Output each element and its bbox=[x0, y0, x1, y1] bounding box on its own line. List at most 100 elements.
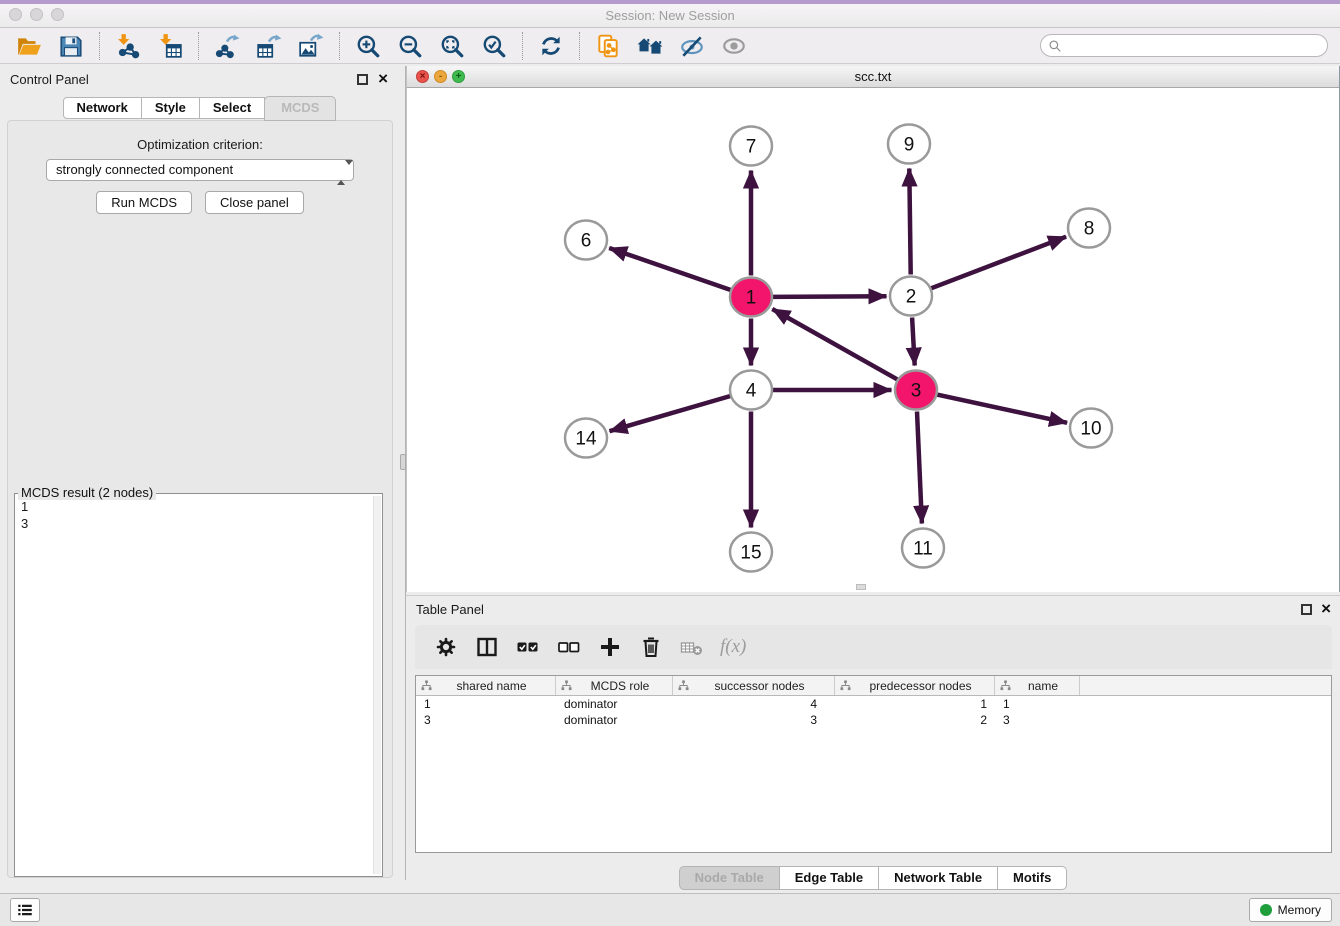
zoom-selected-icon[interactable] bbox=[479, 31, 509, 61]
graph-node-3[interactable]: 3 bbox=[895, 371, 937, 410]
network-window-titlebar[interactable]: × - + scc.txt bbox=[407, 66, 1339, 88]
edge-1-2[interactable] bbox=[773, 296, 887, 297]
tab-network[interactable]: Network bbox=[63, 97, 142, 119]
import-network-icon[interactable] bbox=[113, 31, 143, 61]
graph-node-8[interactable]: 8 bbox=[1068, 209, 1110, 248]
hide-eye-icon[interactable] bbox=[677, 31, 707, 61]
network-window-title: scc.txt bbox=[407, 69, 1339, 84]
table-cell: 3 bbox=[416, 712, 556, 728]
zoom-out-icon[interactable] bbox=[395, 31, 425, 61]
edge-1-6[interactable] bbox=[609, 248, 731, 290]
eye-icon[interactable] bbox=[719, 31, 749, 61]
table-cell: dominator bbox=[556, 712, 673, 728]
open-folder-icon[interactable] bbox=[14, 31, 44, 61]
tab-motifs[interactable]: Motifs bbox=[997, 866, 1067, 890]
memory-button[interactable]: Memory bbox=[1249, 898, 1332, 922]
control-panel-header: Control Panel × bbox=[0, 66, 400, 94]
tab-node-table[interactable]: Node Table bbox=[679, 866, 780, 890]
svg-text:11: 11 bbox=[913, 539, 933, 560]
task-history-button[interactable] bbox=[10, 898, 40, 922]
edge-3-11[interactable] bbox=[917, 412, 922, 524]
memory-label: Memory bbox=[1278, 903, 1321, 917]
svg-text:2: 2 bbox=[906, 287, 917, 308]
graph-node-7[interactable]: 7 bbox=[730, 127, 772, 166]
column-header-name[interactable]: name bbox=[995, 676, 1080, 695]
export-table-icon[interactable] bbox=[254, 31, 284, 61]
table-body: 1dominator4113dominator323 bbox=[416, 696, 1331, 728]
toolbar-separator bbox=[579, 32, 580, 60]
svg-text:1: 1 bbox=[746, 288, 757, 309]
zoom-fit-icon[interactable] bbox=[437, 31, 467, 61]
mcds-result-box: MCDS result (2 nodes) 1 3 bbox=[14, 493, 383, 877]
tab-select[interactable]: Select bbox=[199, 97, 265, 119]
mcds-result-text[interactable]: 1 3 bbox=[17, 498, 372, 874]
gear-icon[interactable] bbox=[433, 634, 459, 660]
select-none-icon[interactable] bbox=[556, 634, 582, 660]
table-row[interactable]: 3dominator323 bbox=[416, 712, 1331, 728]
double-house-icon[interactable] bbox=[635, 31, 665, 61]
edge-2-8[interactable] bbox=[931, 237, 1066, 289]
float-panel-icon[interactable] bbox=[357, 74, 368, 85]
add-column-icon[interactable] bbox=[597, 634, 623, 660]
graph-node-9[interactable]: 9 bbox=[888, 125, 930, 164]
table-tabs: Node TableEdge TableNetwork TableMotifs bbox=[406, 866, 1340, 890]
run-mcds-button[interactable]: Run MCDS bbox=[96, 191, 192, 214]
canvas-splitter-grip[interactable] bbox=[856, 584, 866, 590]
export-image-icon[interactable] bbox=[296, 31, 326, 61]
save-icon[interactable] bbox=[56, 31, 86, 61]
function-builder-icon[interactable]: f(x) bbox=[720, 636, 746, 658]
toolbar-separator bbox=[339, 32, 340, 60]
graph-node-1[interactable]: 1 bbox=[730, 278, 772, 317]
svg-text:8: 8 bbox=[1084, 219, 1095, 240]
edge-2-9[interactable] bbox=[909, 169, 910, 275]
app-titlebar: Session: New Session bbox=[0, 0, 1340, 28]
import-table-icon[interactable] bbox=[155, 31, 185, 61]
graph-node-10[interactable]: 10 bbox=[1070, 409, 1112, 448]
graph-node-14[interactable]: 14 bbox=[565, 419, 607, 458]
column-header-MCDS-role[interactable]: MCDS role bbox=[556, 676, 673, 695]
table-cell: 3 bbox=[673, 712, 835, 728]
svg-text:3: 3 bbox=[911, 381, 922, 402]
tab-style[interactable]: Style bbox=[141, 97, 200, 119]
close-panel-icon[interactable]: × bbox=[378, 69, 388, 89]
node-table[interactable]: shared nameMCDS rolesuccessor nodesprede… bbox=[415, 675, 1332, 853]
tab-network-table[interactable]: Network Table bbox=[878, 866, 998, 890]
column-header-successor-nodes[interactable]: successor nodes bbox=[673, 676, 835, 695]
table-cell: 4 bbox=[673, 696, 835, 712]
graph-node-6[interactable]: 6 bbox=[565, 221, 607, 260]
main-toolbar bbox=[0, 28, 1340, 64]
close-panel-icon[interactable]: × bbox=[1321, 599, 1331, 619]
network-graph[interactable]: 7 9 6 8 1 2 4 3 14 10 15 11 bbox=[407, 88, 1339, 592]
result-scrollbar[interactable] bbox=[373, 496, 381, 874]
session-title: Session: New Session bbox=[0, 8, 1340, 23]
graph-node-2[interactable]: 2 bbox=[890, 277, 932, 316]
tab-mcds[interactable]: MCDS bbox=[264, 96, 336, 121]
table-row[interactable]: 1dominator411 bbox=[416, 696, 1331, 712]
export-network-icon[interactable] bbox=[212, 31, 242, 61]
edge-3-10[interactable] bbox=[937, 395, 1067, 423]
column-header-predecessor-nodes[interactable]: predecessor nodes bbox=[835, 676, 995, 695]
edge-2-3[interactable] bbox=[912, 318, 915, 366]
network-canvas[interactable]: 7 9 6 8 1 2 4 3 14 10 15 11 bbox=[407, 88, 1339, 592]
tab-edge-table[interactable]: Edge Table bbox=[779, 866, 879, 890]
delete-table-icon[interactable] bbox=[679, 634, 705, 660]
float-panel-icon[interactable] bbox=[1301, 604, 1312, 615]
zoom-in-icon[interactable] bbox=[353, 31, 383, 61]
graph-node-4[interactable]: 4 bbox=[730, 371, 772, 410]
window-edge bbox=[0, 0, 1340, 4]
close-panel-button[interactable]: Close panel bbox=[205, 191, 304, 214]
table-panel-title: Table Panel bbox=[416, 602, 484, 617]
trash-icon[interactable] bbox=[638, 634, 664, 660]
clone-network-icon[interactable] bbox=[593, 31, 623, 61]
toolbar-separator bbox=[198, 32, 199, 60]
graph-node-15[interactable]: 15 bbox=[730, 533, 772, 572]
column-view-icon[interactable] bbox=[474, 634, 500, 660]
graph-node-11[interactable]: 11 bbox=[902, 529, 944, 568]
select-all-icon[interactable] bbox=[515, 634, 541, 660]
edge-4-14[interactable] bbox=[610, 396, 731, 431]
edge-3-1[interactable] bbox=[772, 309, 897, 379]
search-input[interactable] bbox=[1040, 34, 1328, 57]
column-header-shared-name[interactable]: shared name bbox=[416, 676, 556, 695]
criterion-dropdown[interactable]: strongly connected component bbox=[46, 159, 354, 181]
refresh-icon[interactable] bbox=[536, 31, 566, 61]
